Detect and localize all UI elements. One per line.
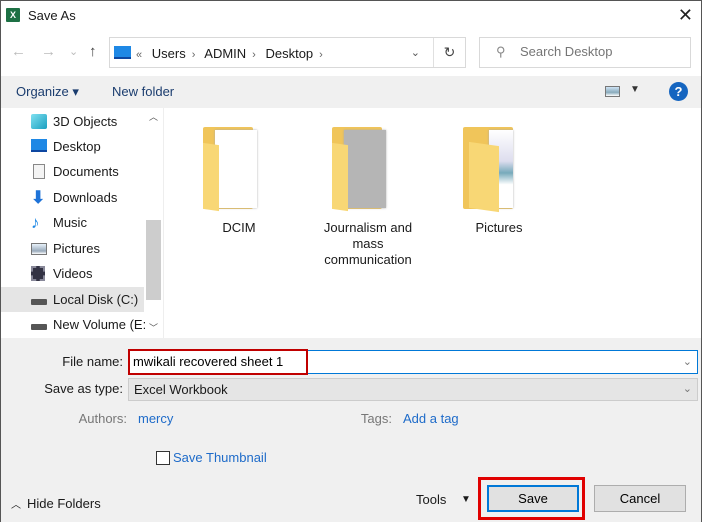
file-name-label: File name: [62, 354, 123, 369]
scrollbar-thumb[interactable] [146, 220, 161, 300]
save-as-dialog: X Save As ✕ ← → ⌄ ↑ « Users › ADMIN › Desk… [0, 0, 702, 522]
sidebar-item-label: Downloads [53, 190, 118, 205]
folder-label: Journalism and mass communication [323, 220, 413, 267]
sidebar-item-label: Pictures [53, 241, 100, 256]
scroll-down-icon[interactable]: ﹀ [149, 321, 158, 334]
save-options-panel: File name: ⌄ Save as type: Excel Workboo… [1, 338, 701, 522]
title-bar: X Save As ✕ [1, 1, 701, 31]
sidebar-item-label: Local Disk (C:) [53, 292, 139, 307]
address-bar[interactable]: « Users › ADMIN › Desktop › ⌄ ↻ [109, 37, 466, 68]
authors-value[interactable]: mercy [138, 411, 173, 426]
folder-label: Pictures [475, 220, 523, 235]
breadcrumb-admin[interactable]: ADMIN [204, 46, 246, 61]
save-thumbnail-checkbox[interactable] [156, 451, 170, 465]
sidebar-item-label: Music [53, 215, 87, 230]
save-type-select[interactable]: Excel Workbook ⌄ [128, 378, 698, 401]
search-box[interactable]: ⚲ [479, 37, 691, 68]
breadcrumb-separator[interactable]: › [252, 49, 256, 61]
sidebar-item-label: Documents [53, 164, 119, 179]
close-button[interactable]: ✕ [678, 5, 693, 26]
music-icon: ♪ [31, 213, 40, 232]
hide-folders-label: Hide Folders [27, 496, 101, 511]
chevron-down-icon[interactable]: ⌄ [683, 355, 692, 368]
refresh-button[interactable]: ↻ [433, 38, 465, 67]
address-dropdown-icon[interactable]: ⌄ [411, 46, 420, 59]
navigation-pane: 3D Objects Desktop Documents ⬇ Downloads… [1, 108, 163, 338]
breadcrumb-desktop[interactable]: Desktop [265, 46, 313, 61]
search-icon: ⚲ [496, 44, 506, 59]
folder-icon [463, 124, 525, 213]
sidebar-item-label: Desktop [53, 139, 101, 154]
local-disk-icon [31, 299, 47, 305]
sidebar-item-3d-objects[interactable]: 3D Objects [1, 109, 144, 134]
authors-label: Authors: [78, 411, 127, 426]
documents-icon [33, 164, 45, 179]
sidebar-item-new-volume-e[interactable]: New Volume (E:) [1, 312, 151, 337]
save-type-label: Save as type: [44, 381, 123, 396]
sidebar-item-label: 3D Objects [53, 114, 118, 129]
excel-icon: X [6, 8, 20, 22]
new-folder-button[interactable]: New folder [112, 84, 174, 99]
chevron-up-icon: ︿ [11, 500, 21, 511]
breadcrumb-users[interactable]: Users [152, 46, 186, 61]
drive-icon [31, 324, 47, 330]
up-button[interactable]: ↑ [89, 43, 97, 60]
3d-objects-icon [31, 114, 47, 129]
breadcrumb-overflow[interactable]: « [136, 49, 142, 61]
breadcrumb: « Users › ADMIN › Desktop › [136, 46, 329, 61]
add-tag-link[interactable]: Add a tag [403, 411, 459, 426]
sidebar-item-label: New Volume (E:) [53, 317, 151, 332]
command-bar: Organize ▾ New folder ▼ ? [1, 76, 701, 108]
window-title: Save As [28, 8, 76, 23]
search-input[interactable] [520, 44, 680, 59]
cancel-button[interactable]: Cancel [594, 485, 686, 512]
videos-icon [31, 266, 45, 281]
folder-icon [332, 124, 394, 212]
forward-button[interactable]: → [41, 43, 56, 60]
breadcrumb-separator[interactable]: › [319, 49, 323, 61]
sidebar-item-documents[interactable]: Documents [1, 159, 144, 184]
view-options-icon[interactable] [605, 86, 620, 97]
sidebar-item-music[interactable]: ♪ Music [1, 210, 144, 235]
folder-label: DCIM [222, 220, 256, 235]
sidebar-item-desktop[interactable]: Desktop [1, 134, 144, 159]
tools-dropdown-icon[interactable]: ▼ [461, 494, 471, 505]
sidebar-scrollbar[interactable]: ︿ ﹀ [145, 108, 162, 338]
organize-button[interactable]: Organize ▾ [16, 84, 79, 100]
desktop-icon [31, 139, 47, 152]
sidebar-item-local-disk-c[interactable]: Local Disk (C:) [1, 287, 144, 312]
save-type-value: Excel Workbook [134, 382, 228, 397]
sidebar-item-videos[interactable]: Videos [1, 261, 144, 286]
tools-button[interactable]: Tools [416, 492, 446, 507]
view-dropdown-icon[interactable]: ▼ [630, 84, 640, 95]
chevron-down-icon: ⌄ [682, 383, 692, 395]
help-icon[interactable]: ? [669, 82, 688, 101]
back-button[interactable]: ← [11, 43, 26, 60]
file-name-highlight [128, 349, 308, 375]
downloads-icon: ⬇ [31, 188, 46, 207]
sidebar-item-pictures[interactable]: Pictures [1, 236, 144, 261]
save-thumbnail-label[interactable]: Save Thumbnail [173, 450, 267, 465]
this-pc-icon [114, 46, 131, 59]
pictures-icon [31, 243, 47, 255]
scroll-up-icon[interactable]: ︿ [149, 110, 158, 123]
tags-label: Tags: [360, 411, 392, 426]
folder-icon [203, 124, 265, 212]
recent-locations-button[interactable]: ⌄ [69, 45, 78, 58]
save-button[interactable]: Save [487, 485, 579, 512]
hide-folders-button[interactable]: ︿ Hide Folders [11, 496, 101, 511]
breadcrumb-separator[interactable]: › [192, 49, 196, 61]
sidebar-item-label: Videos [53, 266, 93, 281]
file-list: DCIM Journalism and mass communication Pic… [163, 108, 701, 338]
sidebar-item-downloads[interactable]: ⬇ Downloads [1, 185, 144, 210]
